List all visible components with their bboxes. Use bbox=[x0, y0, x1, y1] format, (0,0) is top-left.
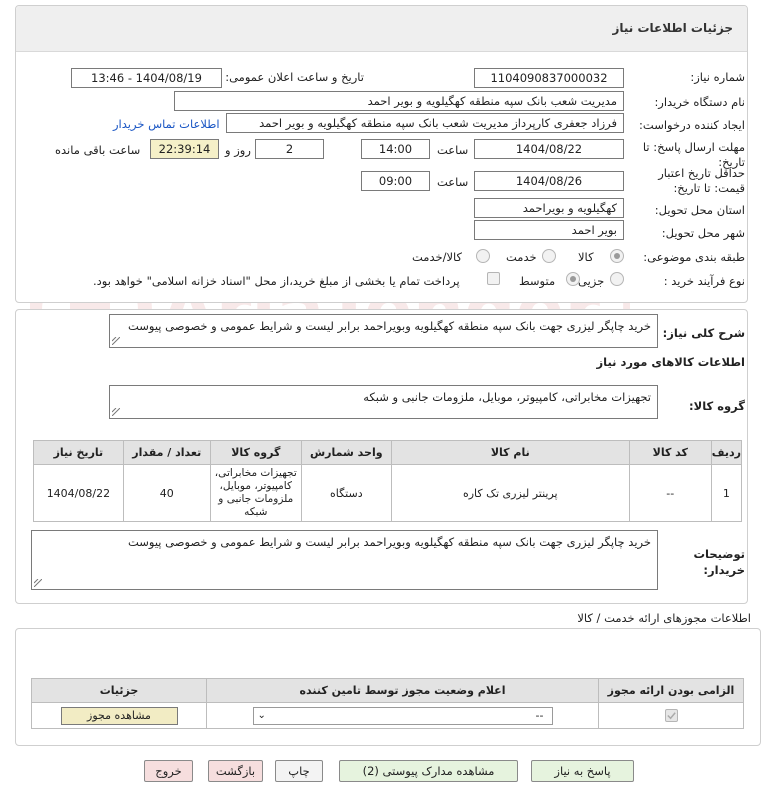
remaining-label: ساعت باقی مانده bbox=[55, 143, 141, 157]
treasury-note: پرداخت تمام یا بخشی از مبلغ خرید،از محل … bbox=[93, 274, 460, 288]
chevron-down-icon: ⌄ bbox=[257, 709, 266, 721]
cell-date: 1404/08/22 bbox=[33, 464, 124, 522]
announce-label: تاریخ و ساعت اعلان عمومی: bbox=[225, 70, 364, 84]
remaining-time-field: 22:39:14 bbox=[150, 139, 219, 159]
category-option-goods: کالا bbox=[578, 250, 594, 264]
validity-label: حداقل تاریخ اعتبار قیمت: تا تاریخ: bbox=[658, 166, 745, 195]
resize-handle-icon[interactable] bbox=[34, 579, 42, 587]
deadline-time-field: 14:00 bbox=[361, 139, 430, 159]
col-details: جزئیات bbox=[31, 678, 207, 703]
city-label: شهر محل تحویل: bbox=[661, 226, 745, 240]
permit-status-value: -- bbox=[535, 708, 544, 722]
city-field: بویر احمد bbox=[474, 220, 624, 240]
province-label: استان محل تحویل: bbox=[654, 203, 745, 217]
col-code: کد کالا bbox=[628, 440, 712, 465]
province-field: کهگیلویه و بویراحمد bbox=[474, 198, 624, 218]
view-documents-button[interactable]: مشاهده مدارک پیوستی (2) bbox=[339, 760, 518, 782]
validity-date-field: 1404/08/26 bbox=[474, 171, 624, 191]
category-radio-service[interactable] bbox=[542, 249, 556, 263]
cell-index: 1 bbox=[710, 464, 743, 522]
process-option-minor: جزیی bbox=[578, 274, 605, 288]
check-icon bbox=[666, 712, 676, 720]
col-status: اعلام وضعیت مجوز توسط تامین کننده bbox=[206, 678, 599, 703]
reply-button[interactable]: پاسخ به نیاز bbox=[531, 760, 634, 782]
items-table: ردیف کد کالا نام کالا واحد شمارش گروه کا… bbox=[33, 440, 743, 522]
cell-name: پرینتر لیزری تک کاره bbox=[390, 464, 630, 522]
process-radio-medium[interactable] bbox=[566, 272, 580, 286]
cell-details: مشاهده مجوز bbox=[31, 702, 207, 729]
deadline-time-label: ساعت bbox=[437, 143, 469, 157]
exit-button[interactable]: خروج bbox=[144, 760, 193, 782]
summary-label: شرح کلی نیاز: bbox=[662, 326, 745, 340]
process-option-medium: متوسط bbox=[519, 274, 556, 288]
buyer-contact-link[interactable]: اطلاعات تماس خریدار bbox=[113, 117, 220, 131]
col-qty: تعداد / مقدار bbox=[122, 440, 211, 465]
buyer-org-field: مدیریت شعب بانک سپه منطقه کهگیلویه و بوی… bbox=[174, 91, 624, 111]
col-index: ردیف bbox=[710, 440, 743, 465]
deadline-date-field: 1404/08/22 bbox=[474, 139, 624, 159]
buyer-org-label: نام دستگاه خریدار: bbox=[654, 95, 745, 109]
table-row: -- ⌄ مشاهده مجوز bbox=[31, 702, 744, 729]
category-option-goods-service: کالا/خدمت bbox=[412, 250, 463, 264]
panel-title: جزئیات اطلاعات نیاز bbox=[612, 21, 733, 35]
treasury-checkbox[interactable] bbox=[487, 272, 500, 285]
permits-table: الزامی بودن ارائه مجوز اعلام وضعیت مجوز … bbox=[31, 678, 744, 729]
category-label: طبقه بندی موضوعی: bbox=[643, 250, 745, 264]
requester-field: فرزاد جعفری کارپرداز مدیریت شعب بانک سپه… bbox=[226, 113, 624, 133]
col-group: گروه کالا bbox=[209, 440, 302, 465]
validity-time-label: ساعت bbox=[437, 175, 469, 189]
goods-group-textarea[interactable]: تجهیزات مخابراتی، کامپیوتر، موبایل، ملزو… bbox=[109, 385, 658, 419]
validity-time-field: 09:00 bbox=[361, 171, 430, 191]
items-table-header: ردیف کد کالا نام کالا واحد شمارش گروه کا… bbox=[33, 440, 743, 465]
col-name: نام کالا bbox=[390, 440, 630, 465]
table-row: 1 -- پرینتر لیزری تک کاره دستگاه تجهیزات… bbox=[33, 464, 743, 522]
view-permit-button[interactable]: مشاهده مجوز bbox=[60, 706, 178, 725]
col-required: الزامی بودن ارائه مجوز bbox=[598, 678, 744, 703]
category-radio-goods[interactable] bbox=[610, 249, 624, 263]
days-field: 2 bbox=[255, 139, 324, 159]
category-option-service: خدمت bbox=[506, 250, 537, 264]
summary-textarea[interactable]: خرید چاپگر لیزری جهت بانک سپه منطقه کهگی… bbox=[109, 314, 658, 348]
panel-header: جزئیات اطلاعات نیاز bbox=[16, 6, 747, 52]
cell-required bbox=[598, 702, 744, 729]
need-number-label: شماره نیاز: bbox=[690, 70, 745, 84]
col-date: تاریخ نیاز bbox=[33, 440, 124, 465]
resize-handle-icon[interactable] bbox=[112, 337, 120, 345]
announce-field: 1404/08/19 - 13:46 bbox=[71, 68, 222, 88]
category-radio-goods-service[interactable] bbox=[476, 249, 490, 263]
cell-code: -- bbox=[628, 464, 712, 522]
permit-status-select[interactable]: -- ⌄ bbox=[252, 706, 553, 725]
summary-text: خرید چاپگر لیزری جهت بانک سپه منطقه کهگی… bbox=[127, 319, 651, 333]
process-radio-minor[interactable] bbox=[610, 272, 624, 286]
process-label: نوع فرآیند خرید : bbox=[663, 274, 745, 288]
cell-status: -- ⌄ bbox=[206, 702, 599, 729]
requester-label: ایجاد کننده درخواست: bbox=[639, 118, 745, 132]
back-button[interactable]: بازگشت bbox=[208, 760, 263, 782]
resize-handle-icon[interactable] bbox=[112, 408, 120, 416]
days-label: روز و bbox=[225, 143, 251, 157]
cell-group: تجهیزات مخابراتی، کامپیوتر، موبایل، ملزو… bbox=[209, 464, 302, 522]
buyer-notes-text: خرید چاپگر لیزری جهت بانک سپه منطقه کهگی… bbox=[127, 535, 651, 549]
required-checkbox bbox=[664, 709, 678, 723]
print-button[interactable]: چاپ bbox=[275, 760, 323, 782]
goods-info-title: اطلاعات کالاهای مورد نیاز bbox=[596, 355, 745, 369]
need-number-field: 1104090837000032 bbox=[474, 68, 624, 88]
cell-qty: 40 bbox=[122, 464, 211, 522]
goods-group-text: تجهیزات مخابراتی، کامپیوتر، موبایل، ملزو… bbox=[363, 390, 651, 404]
buyer-notes-label: توضیحات خریدار: bbox=[693, 547, 746, 577]
permits-title: اطلاعات مجوزهای ارائه خدمت / کالا bbox=[577, 611, 751, 625]
goods-group-label: گروه کالا: bbox=[689, 399, 745, 413]
cell-unit: دستگاه bbox=[300, 464, 392, 522]
permits-table-header: الزامی بودن ارائه مجوز اعلام وضعیت مجوز … bbox=[31, 678, 744, 703]
col-unit: واحد شمارش bbox=[300, 440, 392, 465]
buyer-notes-textarea[interactable]: خرید چاپگر لیزری جهت بانک سپه منطقه کهگی… bbox=[31, 530, 658, 590]
